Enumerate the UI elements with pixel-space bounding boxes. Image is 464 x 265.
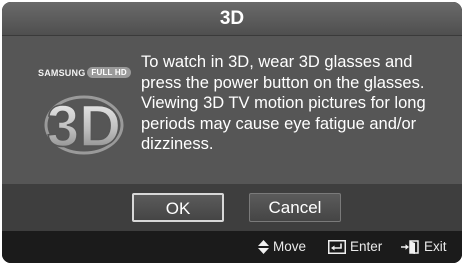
exit-label: Exit [424,239,447,254]
dialog-title: 3D [2,2,462,36]
move-label: Move [273,239,307,254]
brand-name: SAMSUNG [38,68,86,78]
logo-3d-text: 3D [47,94,121,158]
full-hd-badge: FULL HD [87,67,131,78]
enter-hint: Enter [328,231,382,263]
samsung-3d-logo: SAMSUNG FULL HD 3D [38,64,131,162]
enter-label: Enter [350,239,383,254]
move-hint: Move [258,231,306,263]
3d-dialog: 3D SAMSUNG FULL HD 3D To watch in 3D, wea… [2,2,462,263]
ok-button[interactable]: OK [132,193,224,222]
exit-hint: Exit [400,231,447,263]
warning-message: To watch in 3D, wear 3D glasses and pres… [141,53,426,153]
remote-hint-bar: Move Enter Exit [2,231,462,263]
dialog-body: SAMSUNG FULL HD 3D To watch in 3D, wear 3… [2,36,462,184]
updown-arrow-icon [258,240,269,254]
enter-icon [328,240,346,254]
3d-logo-icon: 3D [44,93,124,158]
button-row: OK Cancel [2,184,462,231]
exit-icon [401,240,419,254]
cancel-button[interactable]: Cancel [249,193,341,222]
